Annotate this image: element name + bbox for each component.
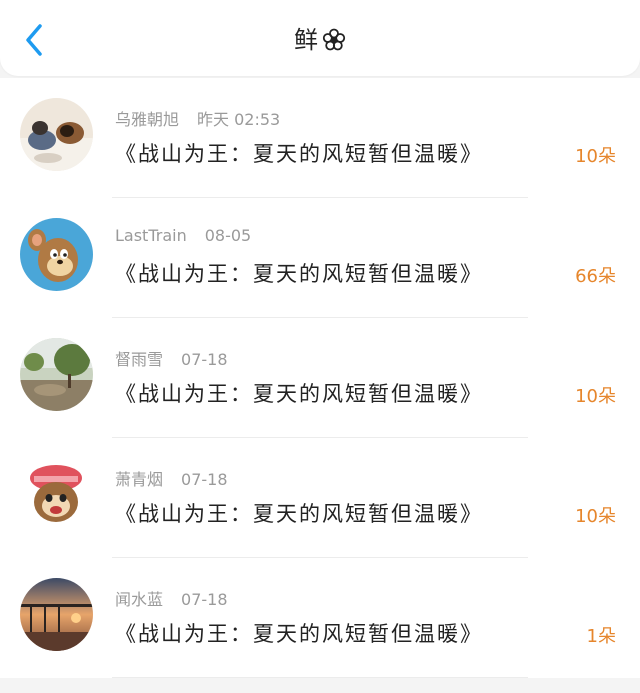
- meta-line: 萧青烟 07-18: [115, 466, 228, 490]
- flower-count: 66朵: [575, 266, 616, 287]
- work-title: 《战山为王：夏天的风短暂但温暖》: [115, 502, 483, 526]
- page-title: 鲜: [294, 26, 318, 54]
- user-name: 闻水蓝: [115, 590, 164, 609]
- gift-list: 乌雅朝旭 昨天 02:53 《战山为王：夏天的风短暂但温暖》 10朵 LastTr…: [0, 78, 640, 678]
- work-title: 《战山为王：夏天的风短暂但温暖》: [115, 142, 483, 166]
- list-item[interactable]: 督雨雪 07-18 《战山为王：夏天的风短暂但温暖》 10朵: [0, 318, 640, 438]
- flower-count: 1朵: [586, 626, 616, 647]
- avatar[interactable]: [20, 98, 93, 171]
- meta-line: 闻水蓝 07-18: [115, 586, 228, 610]
- list-item[interactable]: LastTrain 08-05 《战山为王：夏天的风短暂但温暖》 66朵: [0, 198, 640, 318]
- timestamp: 07-18: [181, 350, 228, 369]
- avatar[interactable]: [20, 218, 93, 291]
- timestamp: 07-18: [181, 470, 228, 489]
- flower-count: 10朵: [575, 386, 616, 407]
- user-name: 萧青烟: [115, 470, 164, 489]
- user-name: LastTrain: [115, 226, 187, 245]
- flower-icon: [322, 28, 346, 51]
- list-item[interactable]: 乌雅朝旭 昨天 02:53 《战山为王：夏天的风短暂但温暖》 10朵: [0, 78, 640, 198]
- work-title: 《战山为王：夏天的风短暂但温暖》: [115, 622, 483, 646]
- meta-line: LastTrain 08-05: [115, 226, 251, 245]
- flower-count: 10朵: [575, 506, 616, 527]
- work-title: 《战山为王：夏天的风短暂但温暖》: [115, 382, 483, 406]
- timestamp: 昨天 02:53: [197, 110, 281, 129]
- timestamp: 07-18: [181, 590, 228, 609]
- meta-line: 乌雅朝旭 昨天 02:53: [115, 106, 280, 130]
- avatar[interactable]: [20, 458, 93, 531]
- list-item[interactable]: 萧青烟 07-18 《战山为王：夏天的风短暂但温暖》 10朵: [0, 438, 640, 558]
- list-item[interactable]: 闻水蓝 07-18 《战山为王：夏天的风短暂但温暖》 1朵: [0, 558, 640, 678]
- flower-count: 10朵: [575, 146, 616, 167]
- avatar[interactable]: [20, 578, 93, 651]
- top-bar: 鲜: [0, 0, 640, 76]
- user-name: 乌雅朝旭: [115, 110, 180, 129]
- meta-line: 督雨雪 07-18: [115, 346, 228, 370]
- page-title-wrap: 鲜: [0, 24, 640, 56]
- timestamp: 08-05: [204, 226, 252, 245]
- user-name: 督雨雪: [115, 350, 164, 369]
- work-title: 《战山为王：夏天的风短暂但温暖》: [115, 262, 483, 286]
- avatar[interactable]: [20, 338, 93, 411]
